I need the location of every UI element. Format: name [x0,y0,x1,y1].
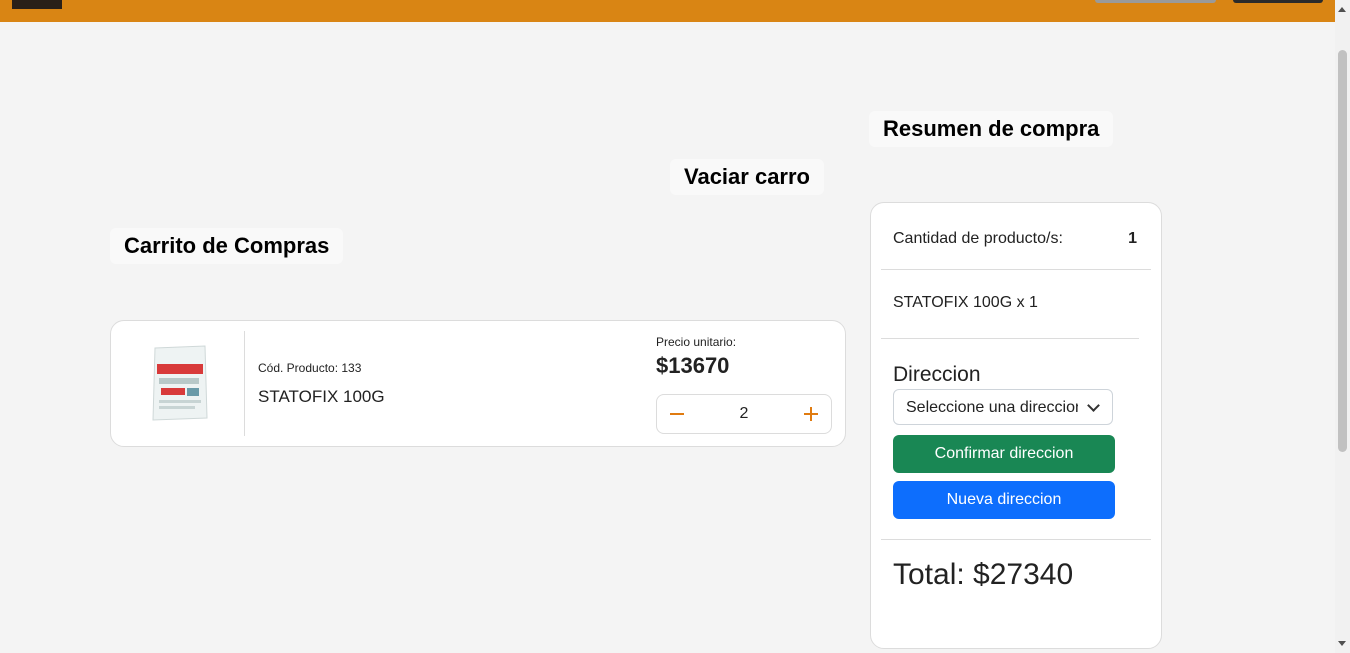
decrease-quantity-button[interactable] [657,395,697,433]
unit-price: $13670 [656,353,730,378]
summary-line-item: STATOFIX 100G x 1 [893,294,1038,311]
address-select[interactable]: Seleccione una direccion [893,389,1113,425]
item-divider [244,331,245,436]
new-address-button[interactable]: Nueva direccion [893,481,1115,519]
scroll-up-icon[interactable] [1338,7,1346,12]
chevron-down-icon [1087,399,1100,412]
cart-title: Carrito de Compras [110,228,344,264]
summary-title: Resumen de compra [869,111,1114,147]
quantity-stepper: 2 [656,394,832,434]
divider [881,269,1151,270]
scroll-down-icon[interactable] [1338,641,1346,646]
cart-item: Cód. Producto: 133 STATOFIX 100G Precio … [110,320,846,447]
confirm-address-button[interactable]: Confirmar direccion [893,435,1115,473]
increase-quantity-button[interactable] [791,395,831,433]
scrollbar-thumb[interactable] [1338,50,1347,452]
purchase-summary: Cantidad de producto/s: 1 STATOFIX 100G … [870,202,1162,649]
top-navbar [0,0,1335,22]
nav-button-secondary[interactable] [1095,0,1216,3]
quantity-label: Cantidad de producto/s: [893,230,1063,247]
page-scrollbar[interactable] [1335,0,1350,653]
divider [881,539,1151,540]
address-label: Direccion [893,363,981,386]
minus-icon [670,413,684,415]
product-image [152,345,208,421]
nav-button-primary[interactable] [1233,0,1323,3]
product-code: Cód. Producto: 133 [258,361,362,375]
order-total: Total: $27340 [893,558,1074,591]
address-select-value: Seleccione una direccion [906,399,1078,416]
plus-icon [804,407,818,421]
product-name: STATOFIX 100G [258,387,385,406]
empty-cart-button[interactable]: Vaciar carro [670,159,824,195]
quantity-value[interactable]: 2 [697,395,791,433]
divider [881,338,1139,339]
brand-logo[interactable] [12,0,62,9]
quantity-count: 1 [1128,230,1137,247]
unit-price-label: Precio unitario: [656,335,737,349]
